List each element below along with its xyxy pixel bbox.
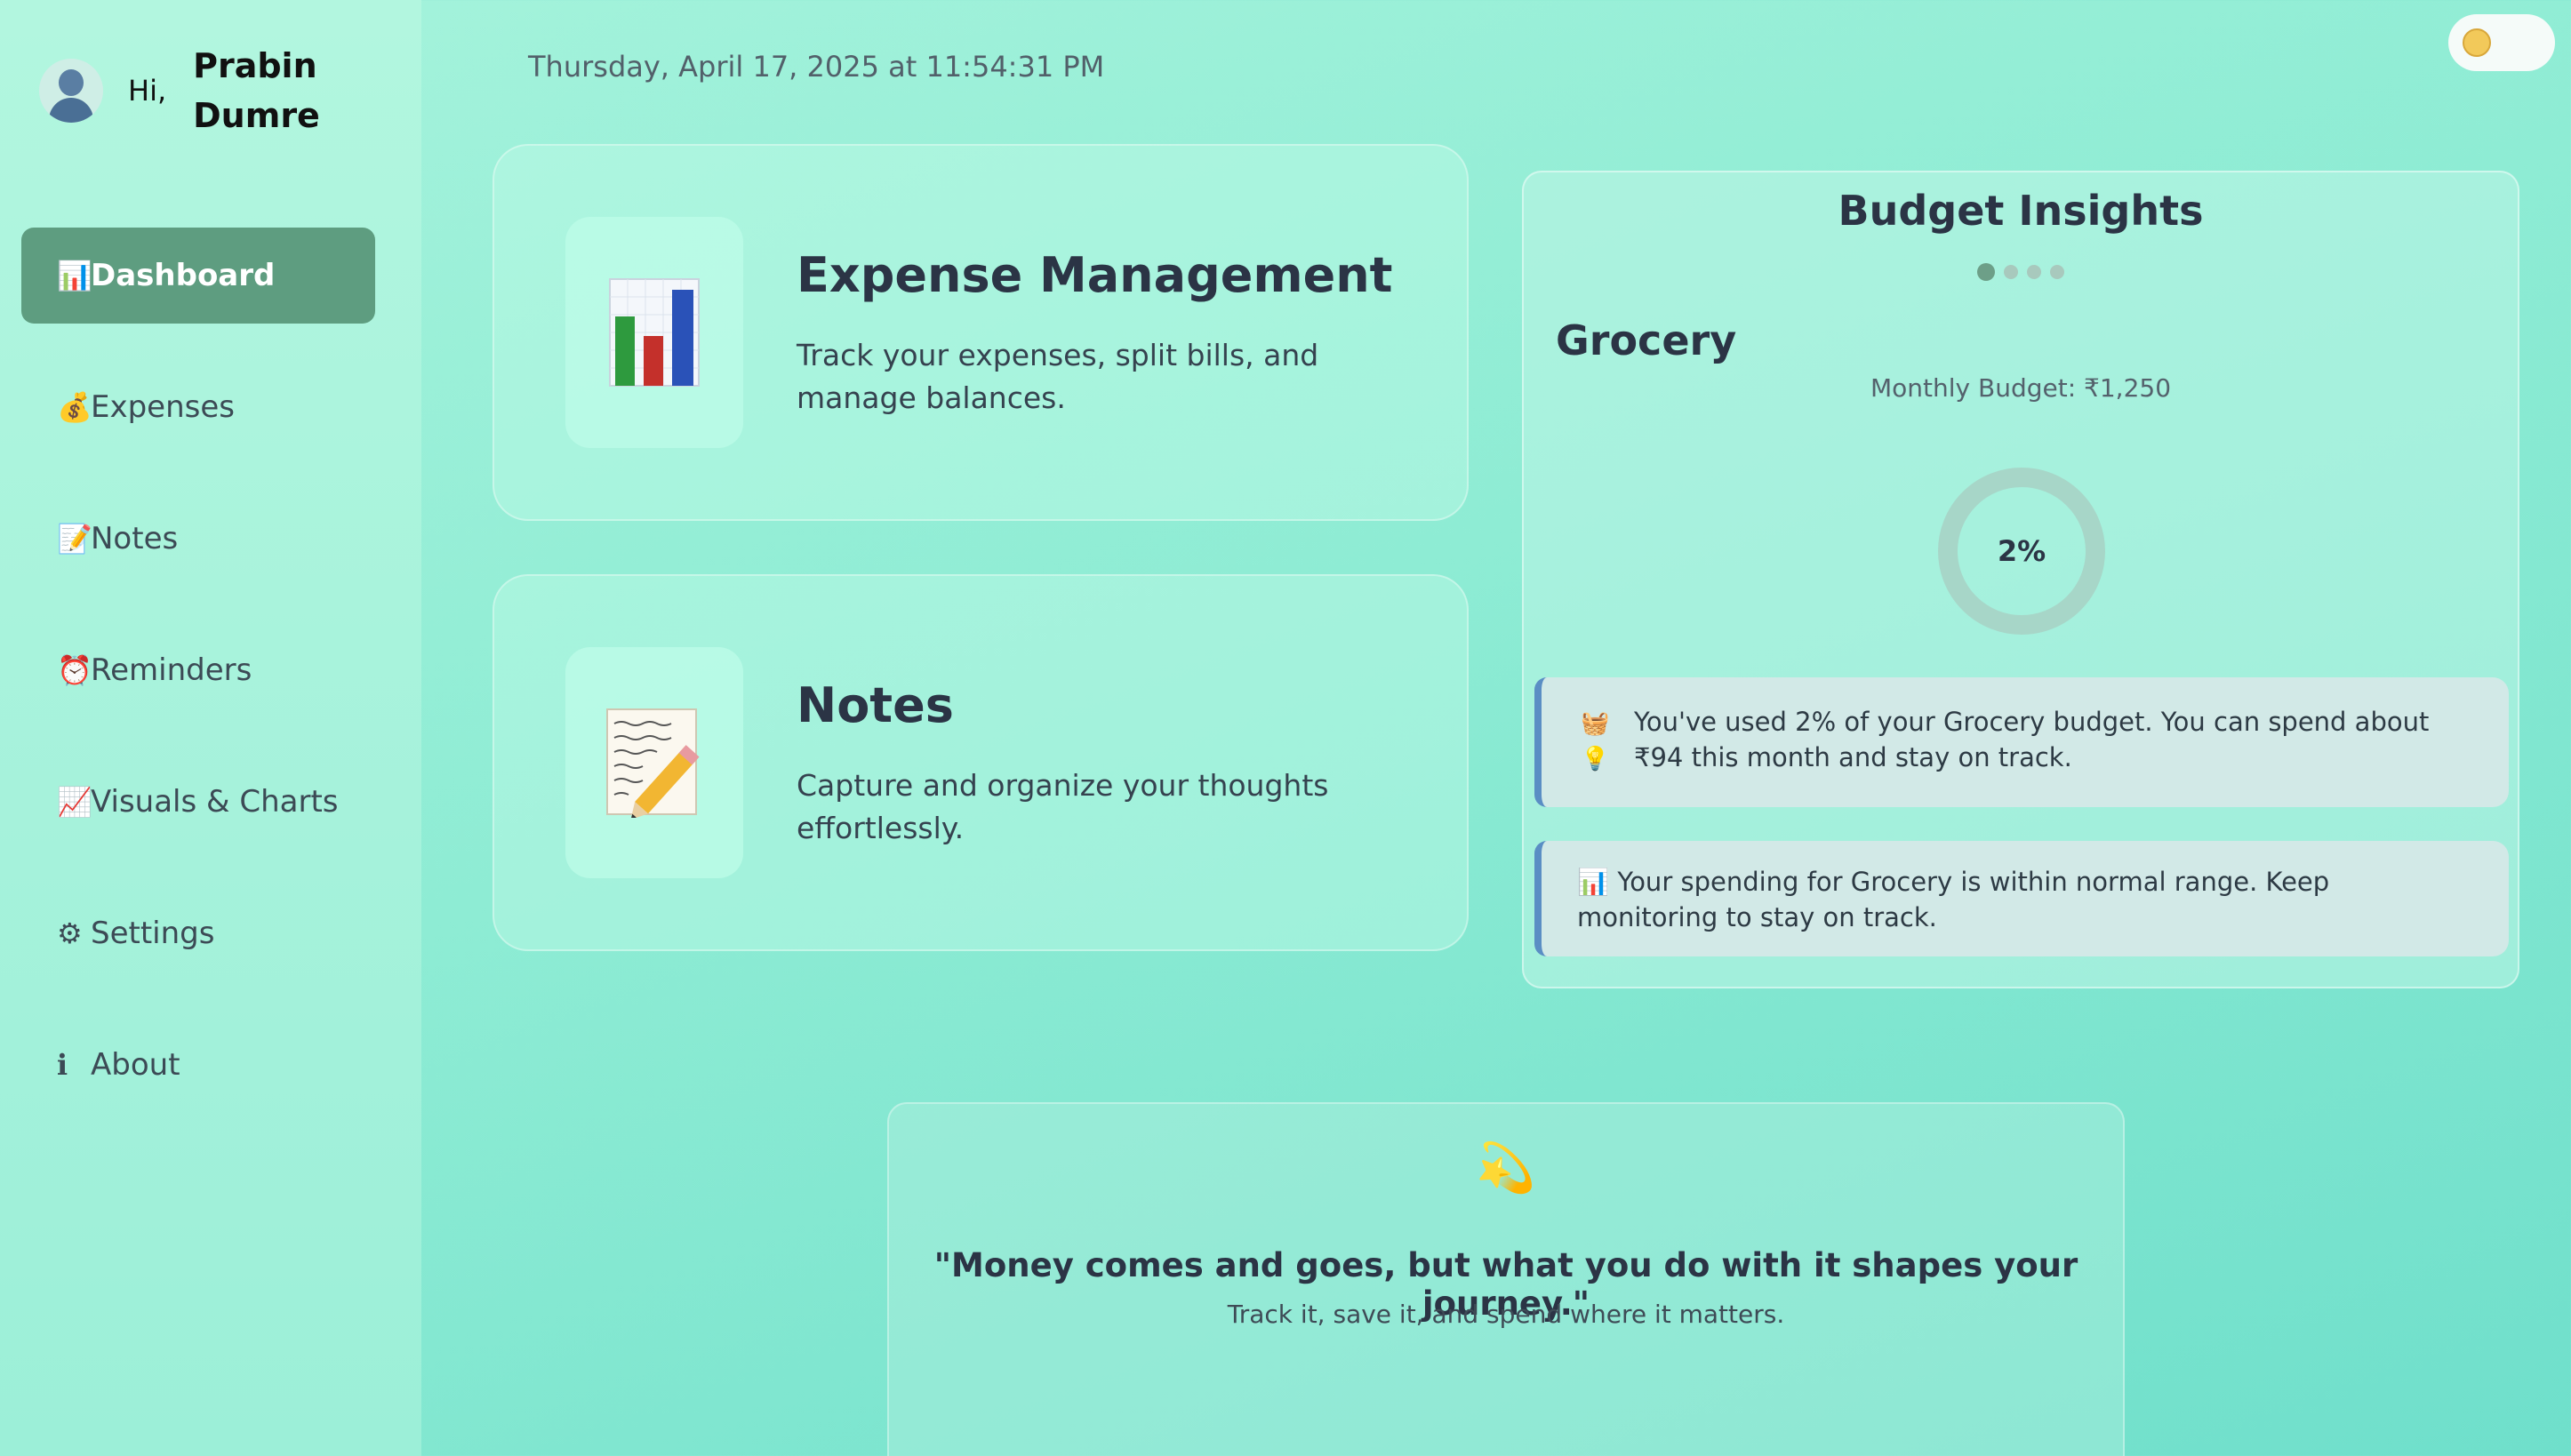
tip-text: You've used 2% of your Grocery budget. Y…: [1634, 707, 2430, 772]
tip-text: Your spending for Grocery is within norm…: [1577, 867, 2330, 932]
memo-icon: 📝: [57, 522, 92, 556]
sidebar-item-label: Dashboard: [91, 258, 276, 293]
card-title: Expense Management: [797, 247, 1393, 303]
carousel-dots: [1524, 263, 2518, 281]
smiley-sun-icon: [2463, 28, 2491, 57]
budget-insights-panel: Budget Insights Grocery Monthly Budget: …: [1522, 171, 2519, 988]
bar-chart-document-icon: [565, 217, 743, 448]
bar-chart-icon: 📊: [1577, 867, 1610, 897]
sidebar: Hi, Prabin Dumre 📊 Dashboard 💰 Expenses …: [0, 0, 421, 1456]
basket-bulb-icon: 🧺💡: [1581, 710, 1610, 772]
carousel-dot[interactable]: [2004, 265, 2018, 279]
card-description: Track your expenses, split bills, and ma…: [797, 338, 1319, 415]
theme-toggle[interactable]: [2448, 14, 2555, 71]
sidebar-item-reminders[interactable]: ⏰ Reminders: [21, 622, 375, 718]
info-icon: ℹ: [57, 1048, 68, 1082]
carousel-dot[interactable]: [2027, 265, 2041, 279]
quote-card: 💫 "Money comes and goes, but what you do…: [887, 1102, 2125, 1456]
usage-percent: 2%: [1997, 534, 2046, 568]
expense-management-card[interactable]: Expense Management Track your expenses, …: [493, 144, 1469, 521]
notes-card[interactable]: Notes Capture and organize your thoughts…: [493, 574, 1469, 951]
memo-pencil-icon: [565, 647, 743, 878]
trend-chart-icon: 📈: [57, 785, 92, 819]
budget-category: Grocery: [1556, 316, 1737, 364]
dizzy-star-icon: 💫: [1476, 1140, 1536, 1196]
avatar-body: [49, 98, 93, 123]
bar-chart-icon: 📊: [57, 259, 92, 292]
spending-tip: 📊 Your spending for Grocery is within no…: [1534, 841, 2509, 956]
budget-usage-ring: 2%: [1938, 468, 2105, 635]
avatar-head: [59, 69, 84, 96]
sidebar-item-label: Expenses: [91, 389, 235, 425]
budget-tip: 🧺💡 You've used 2% of your Grocery budget…: [1534, 677, 2509, 807]
quote-subtext: Track it, save it, and spend where it ma…: [1227, 1300, 1785, 1329]
sidebar-item-visuals-charts[interactable]: 📈 Visuals & Charts: [21, 754, 375, 850]
current-datetime: Thursday, April 17, 2025 at 11:54:31 PM: [528, 50, 1105, 84]
sidebar-item-dashboard[interactable]: 📊 Dashboard: [21, 228, 375, 324]
carousel-dot[interactable]: [1977, 263, 1995, 281]
avatar[interactable]: [39, 59, 103, 123]
gear-icon: ⚙: [57, 916, 83, 950]
money-bag-icon: 💰: [57, 390, 92, 424]
greeting: Hi,: [128, 74, 167, 108]
sidebar-item-about[interactable]: ℹ About: [21, 1017, 375, 1113]
insights-title: Budget Insights: [1838, 187, 2204, 235]
card-title: Notes: [797, 677, 954, 733]
carousel-dot[interactable]: [2050, 265, 2064, 279]
sidebar-item-settings[interactable]: ⚙ Settings: [21, 885, 375, 981]
sidebar-item-notes[interactable]: 📝 Notes: [21, 491, 375, 587]
sidebar-item-label: Reminders: [91, 652, 252, 688]
card-description: Capture and organize your thoughts effor…: [797, 768, 1329, 845]
alarm-clock-icon: ⏰: [57, 653, 92, 687]
sidebar-item-label: Settings: [91, 916, 215, 951]
sidebar-item-expenses[interactable]: 💰 Expenses: [21, 359, 375, 455]
sidebar-nav: 📊 Dashboard 💰 Expenses 📝 Notes ⏰ Reminde…: [21, 228, 375, 1148]
sidebar-item-label: Notes: [91, 521, 179, 556]
user-name: Prabin Dumre: [193, 46, 320, 135]
sidebar-item-label: Visuals & Charts: [91, 784, 339, 820]
user-profile: Hi, Prabin Dumre: [39, 41, 326, 140]
sidebar-item-label: About: [91, 1047, 180, 1083]
monthly-budget: Monthly Budget: ₹1,250: [1870, 373, 2172, 403]
